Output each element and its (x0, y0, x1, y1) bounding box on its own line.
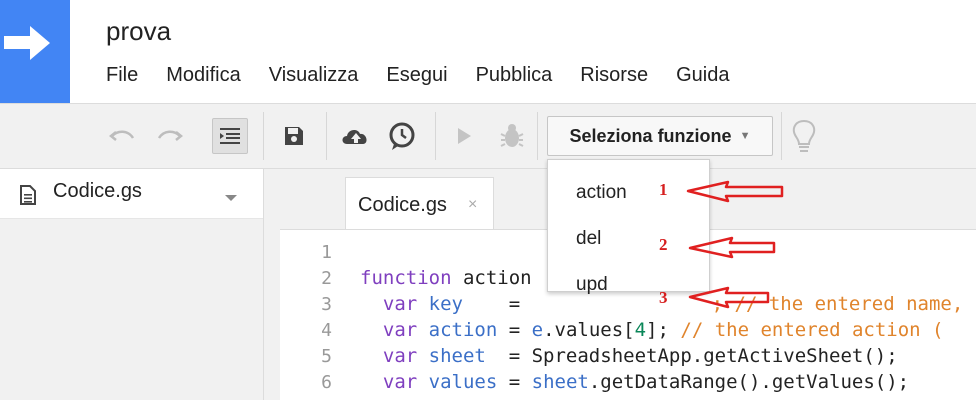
function-select[interactable]: Seleziona funzione ▼ (547, 116, 773, 156)
function-select-label: Seleziona funzione (569, 125, 732, 146)
document-icon (20, 185, 36, 210)
line-number: 3 (321, 294, 332, 315)
code-line-2: function action (360, 267, 532, 289)
annotation-arrow-1 (686, 180, 784, 203)
undo-icon[interactable] (104, 118, 140, 154)
redo-icon[interactable] (152, 118, 188, 154)
annotation-number-3: 3 (659, 288, 668, 307)
line-number: 6 (321, 372, 332, 393)
sidebar-file-item[interactable]: Codice.gs (0, 169, 263, 219)
code-line-5: var sheet = SpreadsheetApp.getActiveShee… (382, 345, 898, 367)
menu-risorse[interactable]: Risorse (580, 64, 648, 92)
run-icon[interactable] (446, 118, 482, 154)
dropdown-item-del[interactable]: del (576, 228, 601, 250)
project-title[interactable]: prova (106, 16, 171, 47)
line-number: 2 (321, 268, 332, 289)
toolbar: Seleziona funzione ▼ (0, 103, 976, 169)
chevron-down-icon[interactable] (224, 189, 238, 207)
code-line-3: var key = ; // the entered name, co (382, 293, 976, 315)
file-sidebar: Codice.gs (0, 169, 264, 400)
debug-bug-icon[interactable] (494, 118, 530, 154)
menu-esegui[interactable]: Esegui (386, 64, 447, 92)
annotation-number-1: 1 (659, 180, 668, 199)
tab-codice[interactable]: Codice.gs × (345, 177, 494, 229)
annotation-arrows (686, 180, 784, 309)
close-icon[interactable]: × (468, 196, 477, 214)
menu-bar: File Modifica Visualizza Esegui Pubblica… (106, 64, 757, 92)
line-number: 4 (321, 320, 332, 341)
lightbulb-icon[interactable] (786, 118, 822, 154)
code-line-6: var values = sheet.getDataRange().getVal… (382, 371, 910, 393)
dropdown-item-action[interactable]: action (576, 182, 627, 204)
dropdown-item-upd[interactable]: upd (576, 274, 608, 296)
line-number: 1 (321, 242, 332, 263)
sidebar-file-name: Codice.gs (53, 180, 142, 202)
clock-trigger-icon[interactable] (384, 118, 420, 154)
annotation-arrow-3 (688, 286, 770, 309)
save-icon[interactable] (276, 118, 312, 154)
annotation-arrow-2 (688, 236, 776, 259)
code-line-4: var action = e.values[4]; // the entered… (382, 319, 944, 341)
line-gutter: 1 2 3 4 5 6 (280, 230, 340, 401)
annotation-number-2: 2 (659, 235, 668, 254)
menu-modifica[interactable]: Modifica (166, 64, 240, 92)
menu-pubblica[interactable]: Pubblica (476, 64, 553, 92)
menu-visualizza[interactable]: Visualizza (269, 64, 359, 92)
line-number: 5 (321, 346, 332, 367)
menu-guida[interactable]: Guida (676, 64, 729, 92)
cloud-upload-icon[interactable] (338, 118, 374, 154)
chevron-down-icon: ▼ (739, 130, 751, 142)
menu-file[interactable]: File (106, 64, 138, 92)
apps-script-logo[interactable] (0, 0, 70, 103)
tab-label: Codice.gs (358, 194, 447, 216)
indent-icon[interactable] (212, 118, 248, 154)
